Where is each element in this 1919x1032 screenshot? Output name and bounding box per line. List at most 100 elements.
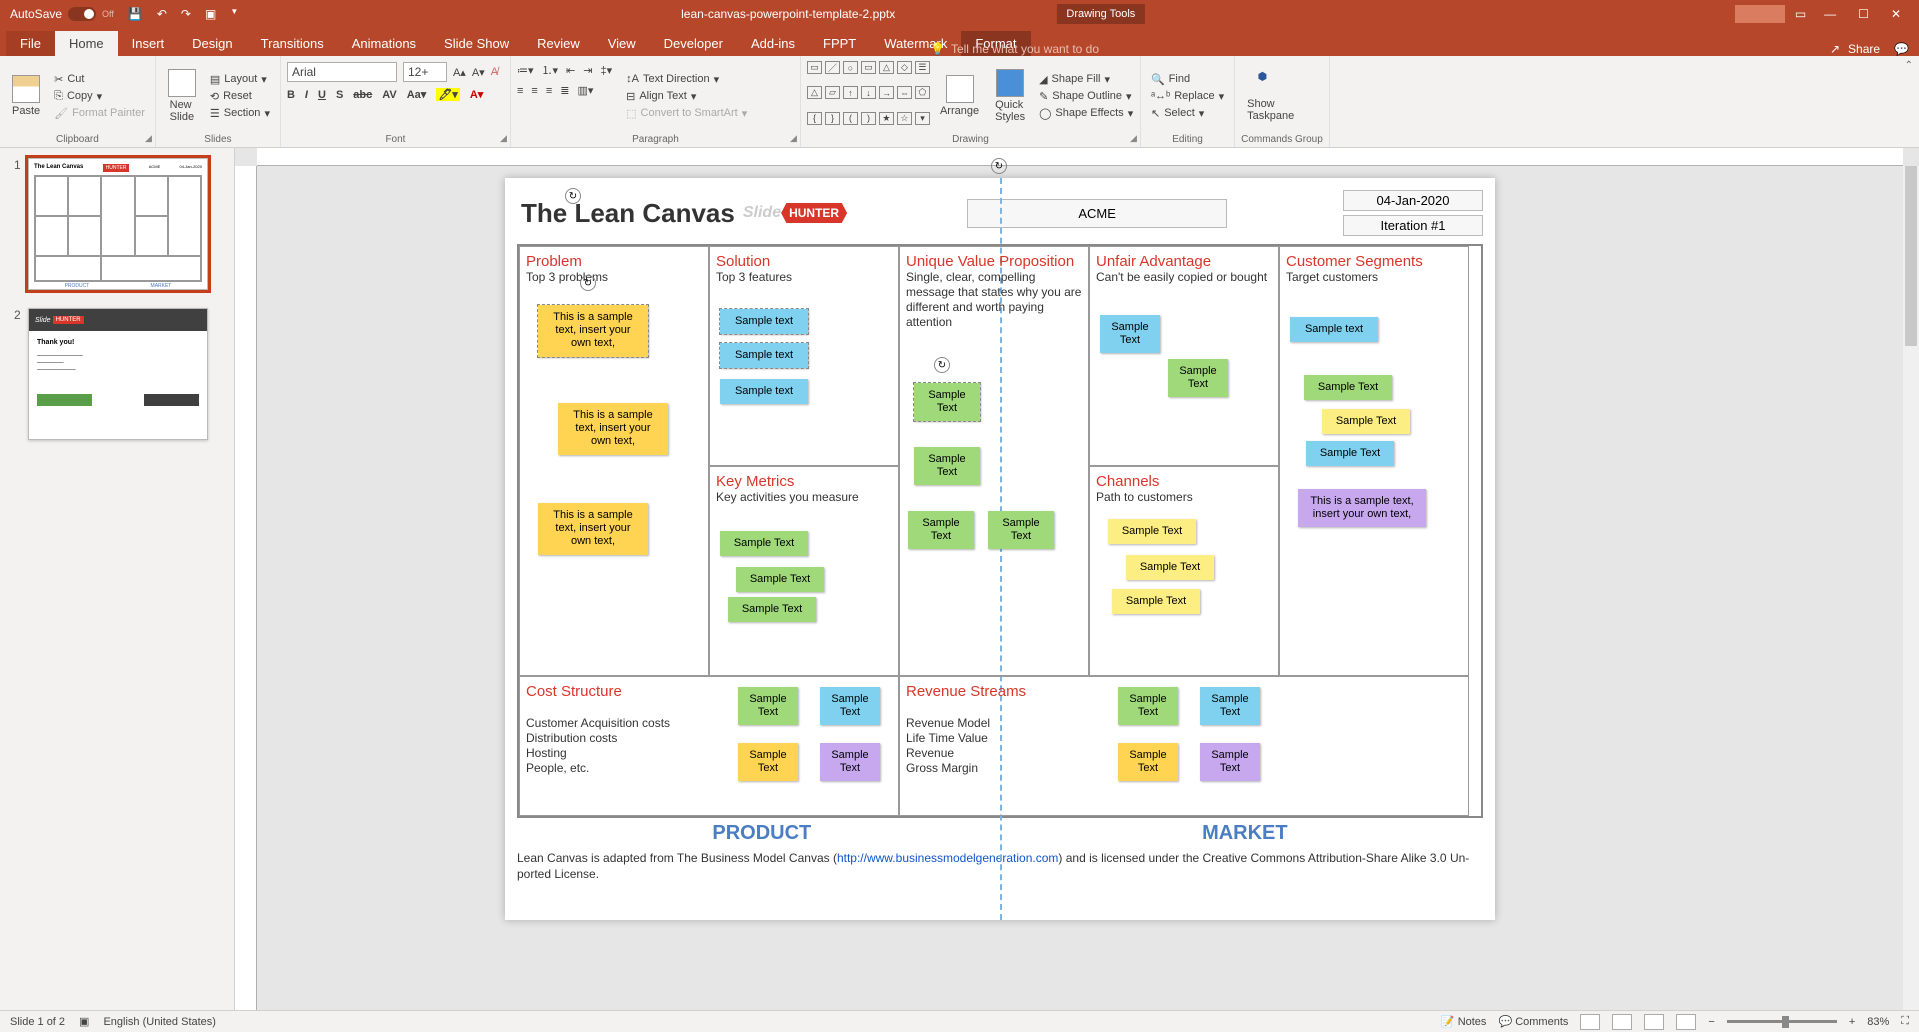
sticky-note[interactable]: Sample Text [1118, 743, 1178, 781]
rotate-handle[interactable] [991, 158, 1007, 174]
rotate-handle[interactable] [934, 357, 950, 373]
collapse-ribbon-icon[interactable]: ⌃ [1905, 60, 1913, 71]
find-button[interactable]: 🔍Find [1147, 72, 1228, 87]
sticky-note[interactable]: This is a sample text, insert your own t… [538, 305, 648, 357]
slide-canvas[interactable]: The Lean Canvas SlideHUNTER ACME 04-Jan-… [505, 178, 1495, 920]
align-left-icon[interactable]: ≡ [517, 85, 523, 97]
sticky-note[interactable]: Sample text [720, 379, 808, 404]
tab-review[interactable]: Review [523, 31, 594, 56]
dropdown-icon[interactable]: ▼ [230, 7, 238, 21]
tab-developer[interactable]: Developer [650, 31, 737, 56]
replace-button[interactable]: ᵃ↔ᵇReplace ▾ [1147, 89, 1228, 104]
font-family-select[interactable]: Arial [287, 62, 397, 82]
cell-segments[interactable]: Customer Segments Target customers Sampl… [1279, 246, 1469, 676]
date-field[interactable]: 04-Jan-2020 [1343, 190, 1483, 211]
drawing-launcher[interactable]: ◢ [1130, 133, 1137, 144]
sticky-note[interactable]: Sample Text [728, 597, 816, 622]
sticky-note[interactable]: Sample Text [820, 743, 880, 781]
strike-button[interactable]: abc [353, 89, 372, 101]
cut-button[interactable]: ✂Cut [50, 72, 149, 87]
company-field[interactable]: ACME [967, 199, 1227, 228]
cell-revenue[interactable]: Revenue Streams Revenue Model Life Time … [899, 676, 1469, 816]
font-launcher[interactable]: ◢ [500, 133, 507, 144]
sticky-note[interactable]: Sample Text [988, 511, 1054, 549]
iteration-field[interactable]: Iteration #1 [1343, 215, 1483, 236]
maximize-button[interactable]: ☐ [1858, 7, 1869, 21]
slideshow-icon[interactable]: ▣ [205, 7, 216, 21]
zoom-level[interactable]: 83% [1867, 1016, 1889, 1028]
zoom-out-button[interactable]: − [1708, 1016, 1714, 1028]
autosave-toggle[interactable]: AutoSave Off [10, 7, 114, 21]
select-button[interactable]: ↖Select ▾ [1147, 106, 1228, 121]
cell-channels[interactable]: Channels Path to customers Sample Text S… [1089, 466, 1279, 676]
canvas-title[interactable]: The Lean Canvas [521, 198, 735, 229]
line-spacing-icon[interactable]: ‡▾ [600, 64, 612, 77]
reading-view-button[interactable] [1644, 1014, 1664, 1030]
underline-button[interactable]: U [318, 89, 326, 101]
sticky-note[interactable]: Sample Text [720, 531, 808, 556]
normal-view-button[interactable] [1580, 1014, 1600, 1030]
notes-button[interactable]: 📝 Notes [1441, 1015, 1487, 1028]
sticky-note[interactable]: Sample Text [820, 687, 880, 725]
cell-cost[interactable]: Cost Structure Customer Acquisition cost… [519, 676, 899, 816]
vertical-scrollbar[interactable] [1903, 166, 1919, 1010]
layout-button[interactable]: ▤Layout ▾ [206, 72, 274, 87]
tab-view[interactable]: View [594, 31, 650, 56]
sticky-note[interactable]: Sample Text [1322, 409, 1410, 434]
rotate-handle[interactable] [580, 275, 596, 291]
rotate-handle[interactable] [565, 188, 581, 204]
highlight-button[interactable]: 🖊▾ [436, 88, 460, 101]
new-slide-button[interactable]: New Slide [162, 58, 202, 134]
sticky-note[interactable]: Sample Text [908, 511, 974, 549]
zoom-in-button[interactable]: + [1849, 1016, 1855, 1028]
footnote-link[interactable]: http://www.businessmodelgeneration.com [837, 851, 1058, 865]
sticky-note[interactable]: Sample text [1290, 317, 1378, 342]
italic-button[interactable]: I [305, 89, 308, 101]
tab-insert[interactable]: Insert [118, 31, 179, 56]
sticky-note[interactable]: This is a sample text, insert your own t… [1298, 489, 1426, 527]
paragraph-launcher[interactable]: ◢ [790, 133, 797, 144]
sticky-note[interactable]: This is a sample text, insert your own t… [558, 403, 668, 455]
align-center-icon[interactable]: ≡ [531, 85, 537, 97]
text-direction-button[interactable]: ↕AText Direction ▾ [622, 72, 751, 87]
arrange-button[interactable]: Arrange [934, 58, 985, 134]
shadow-button[interactable]: S [336, 89, 343, 101]
sticky-note[interactable]: Sample text [720, 309, 808, 334]
tab-design[interactable]: Design [178, 31, 246, 56]
copy-button[interactable]: ⎘Copy ▾ [50, 89, 149, 104]
tab-addins[interactable]: Add-ins [737, 31, 809, 56]
tab-home[interactable]: Home [55, 31, 118, 56]
bold-button[interactable]: B [287, 89, 295, 101]
sticky-note[interactable]: Sample Text [1100, 315, 1160, 353]
section-button[interactable]: ☰Section ▾ [206, 106, 274, 121]
increase-indent-icon[interactable]: ⇥ [583, 64, 592, 77]
minimize-button[interactable]: — [1824, 7, 1836, 21]
sticky-note[interactable]: Sample Text [1108, 519, 1196, 544]
smartart-button[interactable]: ⬚Convert to SmartArt ▾ [622, 106, 751, 121]
slide-counter[interactable]: Slide 1 of 2 [10, 1016, 65, 1028]
accessibility-icon[interactable]: ▣ [79, 1015, 89, 1028]
sticky-note[interactable]: Sample Text [1200, 687, 1260, 725]
columns-icon[interactable]: ▥▾ [577, 84, 593, 97]
slide-thumbnail-2[interactable]: 2 SlideHUNTER Thank you! ━━━━━━━━━━━━━━━… [14, 308, 234, 440]
sticky-note[interactable]: Sample Text [1118, 687, 1178, 725]
reset-button[interactable]: ⟲Reset [206, 89, 274, 104]
user-avatar[interactable] [1735, 5, 1785, 23]
fit-to-window-button[interactable]: ⛶ [1901, 1015, 1909, 1028]
align-right-icon[interactable]: ≡ [546, 85, 552, 97]
zoom-slider[interactable] [1727, 1020, 1837, 1023]
cell-advantage[interactable]: Unfair Advantage Can't be easily copied … [1089, 246, 1279, 466]
tell-me-search[interactable]: 💡 Tell me what you want to do [930, 42, 1099, 56]
cell-uvp[interactable]: Unique Value Proposition Single, clear, … [899, 246, 1089, 676]
font-color-button[interactable]: A▾ [470, 88, 483, 101]
sticky-note[interactable]: Sample Text [1200, 743, 1260, 781]
close-button[interactable]: ✕ [1891, 7, 1901, 21]
comments-button[interactable]: 💬 Comments [1498, 1015, 1568, 1028]
font-size-select[interactable]: 12+ [403, 62, 447, 82]
undo-icon[interactable]: ↶ [157, 7, 167, 21]
redo-icon[interactable]: ↷ [181, 7, 191, 21]
justify-icon[interactable]: ≣ [560, 84, 569, 97]
sticky-note[interactable]: This is a sample text, insert your own t… [538, 503, 648, 555]
tab-fppt[interactable]: FPPT [809, 31, 870, 56]
shape-effects-button[interactable]: ◯Shape Effects ▾ [1035, 106, 1137, 121]
